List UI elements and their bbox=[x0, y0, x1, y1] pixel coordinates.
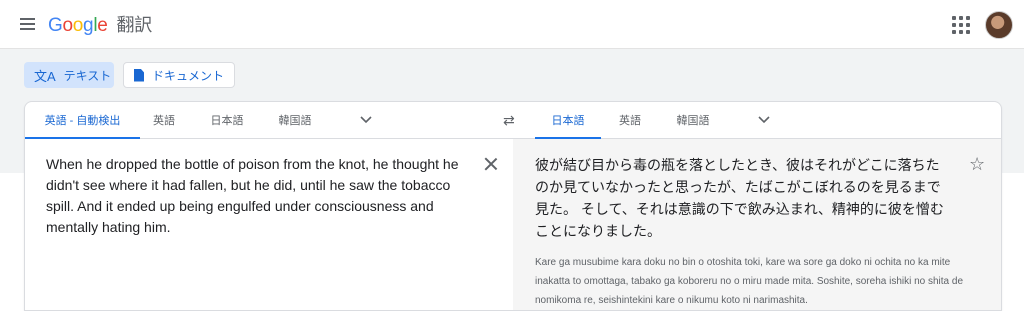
google-translate-logo[interactable]: Google 翻訳 bbox=[48, 11, 152, 37]
tab-target-japanese[interactable]: 日本語 bbox=[535, 102, 601, 139]
hamburger-menu-icon[interactable] bbox=[16, 12, 40, 36]
swap-languages-icon[interactable]: ⇄ bbox=[503, 113, 521, 127]
tab-source-japanese[interactable]: 日本語 bbox=[205, 102, 249, 138]
product-name: 翻訳 bbox=[116, 15, 153, 35]
translation-output-panel: 彼が結び目から毒の瓶を落としたとき、彼はそれがどこに落ちたのか見ていなかったと思… bbox=[513, 139, 1001, 310]
app-header: Google 翻訳 bbox=[0, 0, 1024, 49]
text-mode-button[interactable]: 文A テキスト bbox=[24, 62, 114, 88]
tab-source-korean[interactable]: 韓国語 bbox=[273, 102, 317, 138]
document-mode-button[interactable]: ドキュメント bbox=[123, 62, 235, 88]
language-tabs: 英語 - 自動検出 英語 日本語 韓国語 ⇄ 日本語 英語 韓国語 bbox=[25, 102, 1001, 139]
chevron-down-icon[interactable] bbox=[359, 114, 373, 126]
tab-source-detect[interactable]: 英語 - 自動検出 bbox=[25, 102, 140, 139]
document-icon bbox=[134, 68, 144, 82]
tab-target-english[interactable]: 英語 bbox=[611, 102, 649, 138]
chevron-down-icon[interactable] bbox=[757, 114, 771, 126]
tab-source-english[interactable]: 英語 bbox=[145, 102, 183, 138]
apps-grid-icon[interactable] bbox=[950, 14, 972, 36]
clear-source-icon[interactable] bbox=[483, 156, 499, 172]
romanization-text: Kare ga musubime kara doku no bin o otos… bbox=[535, 257, 964, 306]
user-avatar[interactable] bbox=[985, 11, 1013, 39]
translate-icon: 文A bbox=[34, 68, 56, 84]
source-text-input[interactable]: When he dropped the bottle of poison fro… bbox=[46, 154, 466, 238]
translation-card: 英語 - 自動検出 英語 日本語 韓国語 ⇄ 日本語 英語 韓国語 When h… bbox=[24, 101, 1002, 311]
star-icon[interactable]: ☆ bbox=[969, 155, 987, 173]
tab-target-korean[interactable]: 韓国語 bbox=[671, 102, 715, 138]
translation-output: 彼が結び目から毒の瓶を落としたとき、彼はそれがどこに落ちたのか見ていなかったと思… bbox=[535, 157, 944, 239]
